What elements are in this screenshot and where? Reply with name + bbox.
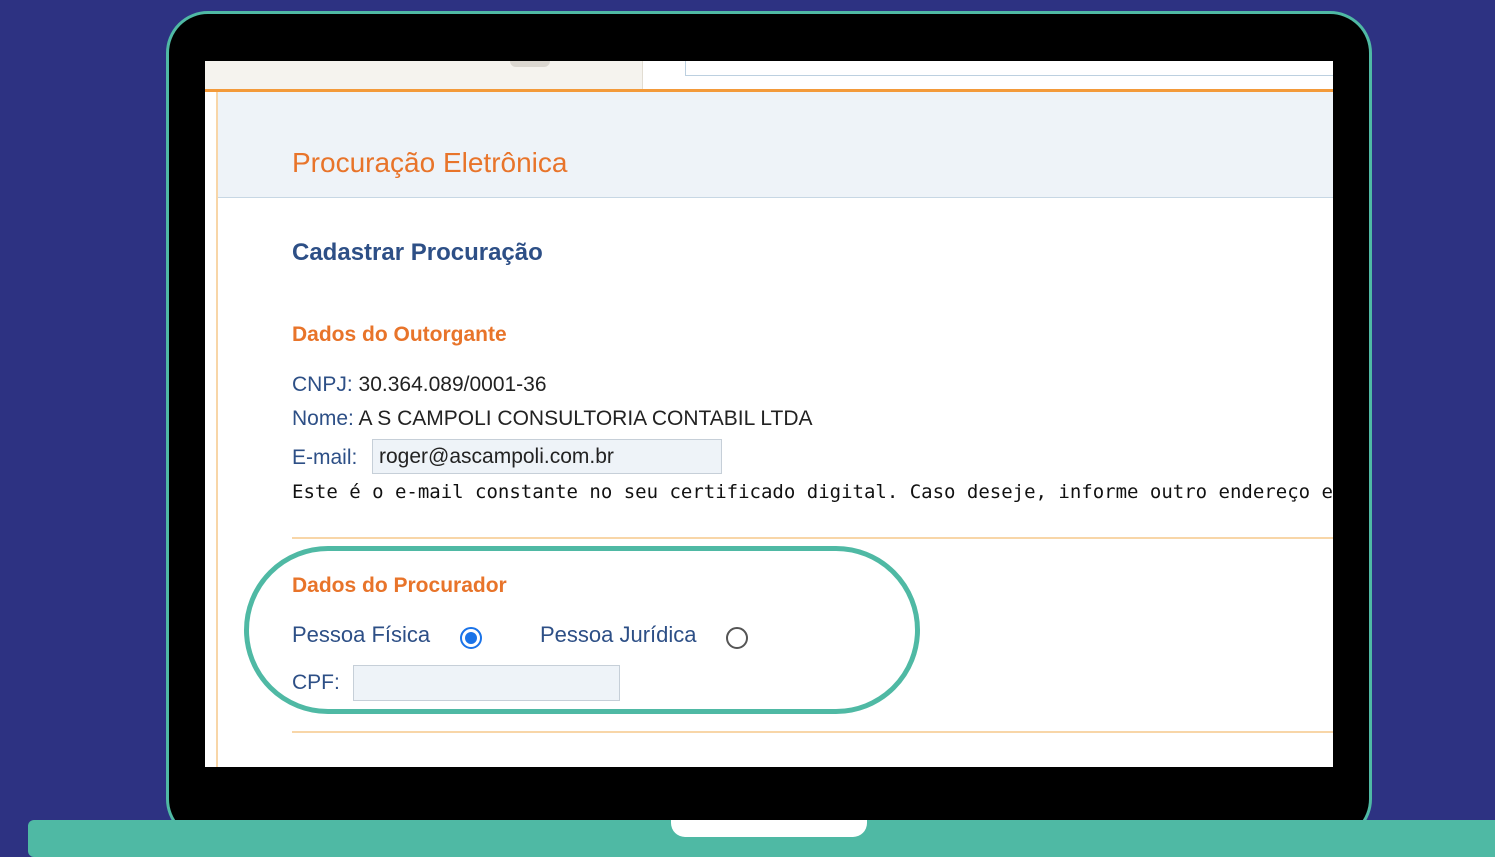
email-notice: Este é o e-mail constante no seu certifi… [292,481,1333,503]
section-divider [292,731,1333,733]
email-label: E-mail: [292,446,358,469]
email-line: E-mail: [292,446,357,470]
page-header-band [218,92,1333,198]
procurador-heading: Dados do Procurador [292,574,507,597]
pessoa-fisica-radio[interactable] [460,627,482,649]
cnpj-line: CNPJ: 30.364.089/0001-36 [292,373,547,397]
top-decoration [510,61,550,67]
nome-label: Nome: [292,407,354,430]
top-search-field[interactable] [685,61,1333,76]
laptop-notch [671,820,867,837]
outorgante-heading: Dados do Outorgante [292,323,507,346]
laptop-screen: Procuração Eletrônica Cadastrar Procuraç… [205,61,1333,767]
email-input[interactable] [372,439,722,474]
pessoa-juridica-radio[interactable] [726,627,748,649]
section-divider [292,537,1333,539]
pessoa-fisica-label: Pessoa Física [292,622,431,647]
cpf-label: CPF: [292,671,340,694]
pessoa-juridica-label: Pessoa Jurídica [540,622,697,647]
section-title: Cadastrar Procuração [292,239,543,266]
cnpj-value: 30.364.089/0001-36 [358,373,547,396]
nome-value: A S CAMPOLI CONSULTORIA CONTABIL LTDA [358,407,813,430]
cnpj-label: CNPJ: [292,373,353,396]
page-title: Procuração Eletrônica [292,147,568,178]
top-left-panel [205,61,643,89]
cpf-line: CPF: [292,671,340,695]
nome-line: Nome: A S CAMPOLI CONSULTORIA CONTABIL L… [292,407,813,431]
cpf-input[interactable] [353,665,620,701]
